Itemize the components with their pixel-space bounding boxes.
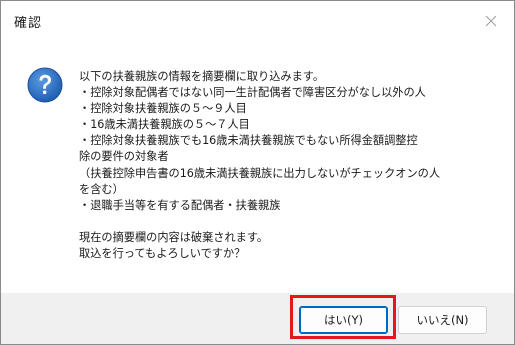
window-title: 確認 bbox=[14, 16, 43, 31]
close-button[interactable] bbox=[476, 7, 506, 35]
confirm-dialog: 確認 以下の扶養親族の情報を摘要欄に取り込みます。 ・控除対象配偶者ではない同一… bbox=[0, 0, 515, 345]
message-line: 以下の扶養親族の情報を摘要欄に取り込みます。 bbox=[79, 70, 325, 83]
message-line: ・控除対象配偶者ではない同一生計配偶者で障害区分がなし以外の人 bbox=[79, 86, 426, 100]
message-text: 以下の扶養親族の情報を摘要欄に取り込みます。 ・控除対象配偶者ではない同一生計配… bbox=[79, 69, 504, 262]
yes-button[interactable]: はい(Y) bbox=[299, 306, 388, 334]
close-icon bbox=[485, 15, 497, 27]
message-line: を含む） bbox=[79, 182, 124, 196]
dialog-content: 以下の扶養親族の情報を摘要欄に取り込みます。 ・控除対象配偶者ではない同一生計配… bbox=[1, 41, 514, 293]
message-line: 現在の摘要欄の内容は破棄されます。 bbox=[79, 230, 269, 244]
message-line: ・16歳未満扶養親族の５～７人目 bbox=[79, 118, 250, 132]
message-line: 除の要件の対象者 bbox=[79, 150, 169, 164]
message-line: ・控除対象扶養親族の５～９人目 bbox=[79, 102, 247, 116]
message-line: 取込を行ってもよろしいですか？ bbox=[79, 247, 246, 261]
message-line bbox=[79, 214, 504, 230]
question-icon bbox=[27, 67, 63, 103]
message-line: ・控除対象扶養親族でも16歳未満扶養親族でもない所得金額調整控 bbox=[79, 134, 418, 148]
message-line: ・退職手当等を有する配偶者・扶養親族 bbox=[79, 198, 281, 212]
message-line: （扶養控除申告書の16歳未満扶養親族に出力しないがチェックオンの人 bbox=[79, 166, 441, 180]
no-button[interactable]: いいえ(N) bbox=[398, 306, 487, 334]
title-bar: 確認 bbox=[1, 1, 514, 41]
